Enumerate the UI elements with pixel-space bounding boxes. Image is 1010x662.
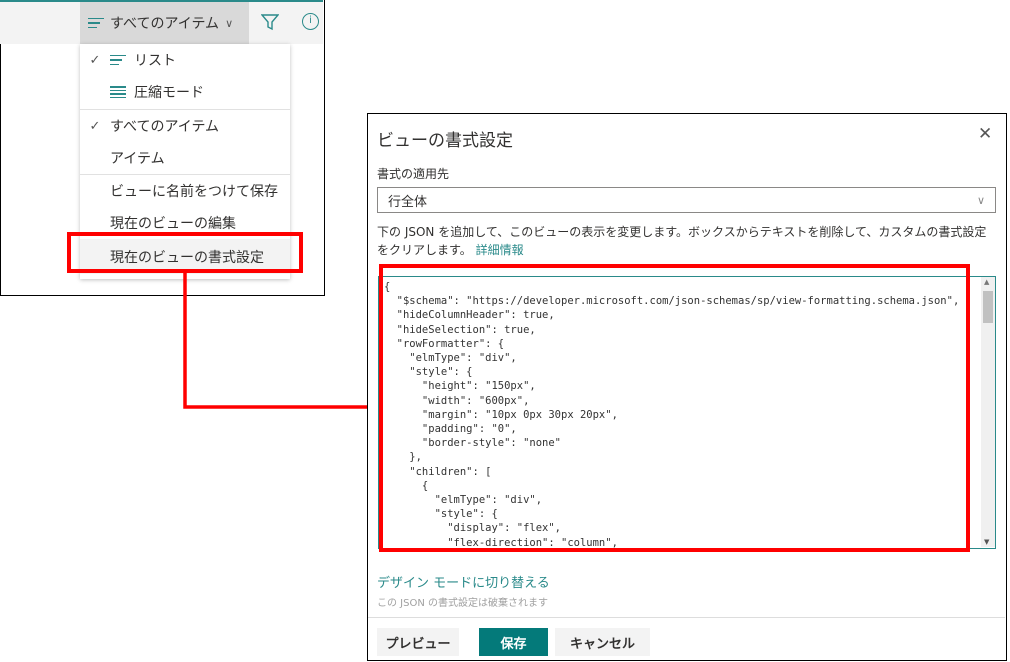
chevron-down-icon: ∨ [976, 193, 985, 207]
design-mode-link[interactable]: デザイン モードに切り替える [377, 572, 550, 591]
apply-to-value: 行全体 [388, 194, 428, 210]
description: 下の JSON を追加して、このビューの表示を変更します。ボックスからテキストを… [377, 225, 987, 257]
scroll-down-icon[interactable]: ▼ [984, 538, 989, 546]
discard-note: この JSON の書式設定は破棄されます [377, 598, 549, 609]
footer-divider [368, 617, 1005, 618]
apply-to-select[interactable]: 行全体 ∨ [377, 187, 996, 213]
cancel-button[interactable]: キャンセル [555, 628, 650, 656]
highlight-box-editor [379, 264, 970, 552]
dialog-title: ビューの書式設定 [377, 131, 513, 151]
save-button[interactable]: 保存 [479, 628, 548, 656]
more-info-link[interactable]: 詳細情報 [476, 243, 524, 257]
close-icon[interactable]: ✕ [978, 124, 992, 144]
apply-to-label: 書式の適用先 [377, 167, 450, 181]
preview-button[interactable]: プレビュー [377, 628, 459, 656]
scrollbar[interactable]: ▲ ▼ [981, 277, 995, 547]
scrollbar-thumb[interactable] [983, 291, 993, 323]
scroll-up-icon[interactable]: ▲ [984, 278, 989, 286]
